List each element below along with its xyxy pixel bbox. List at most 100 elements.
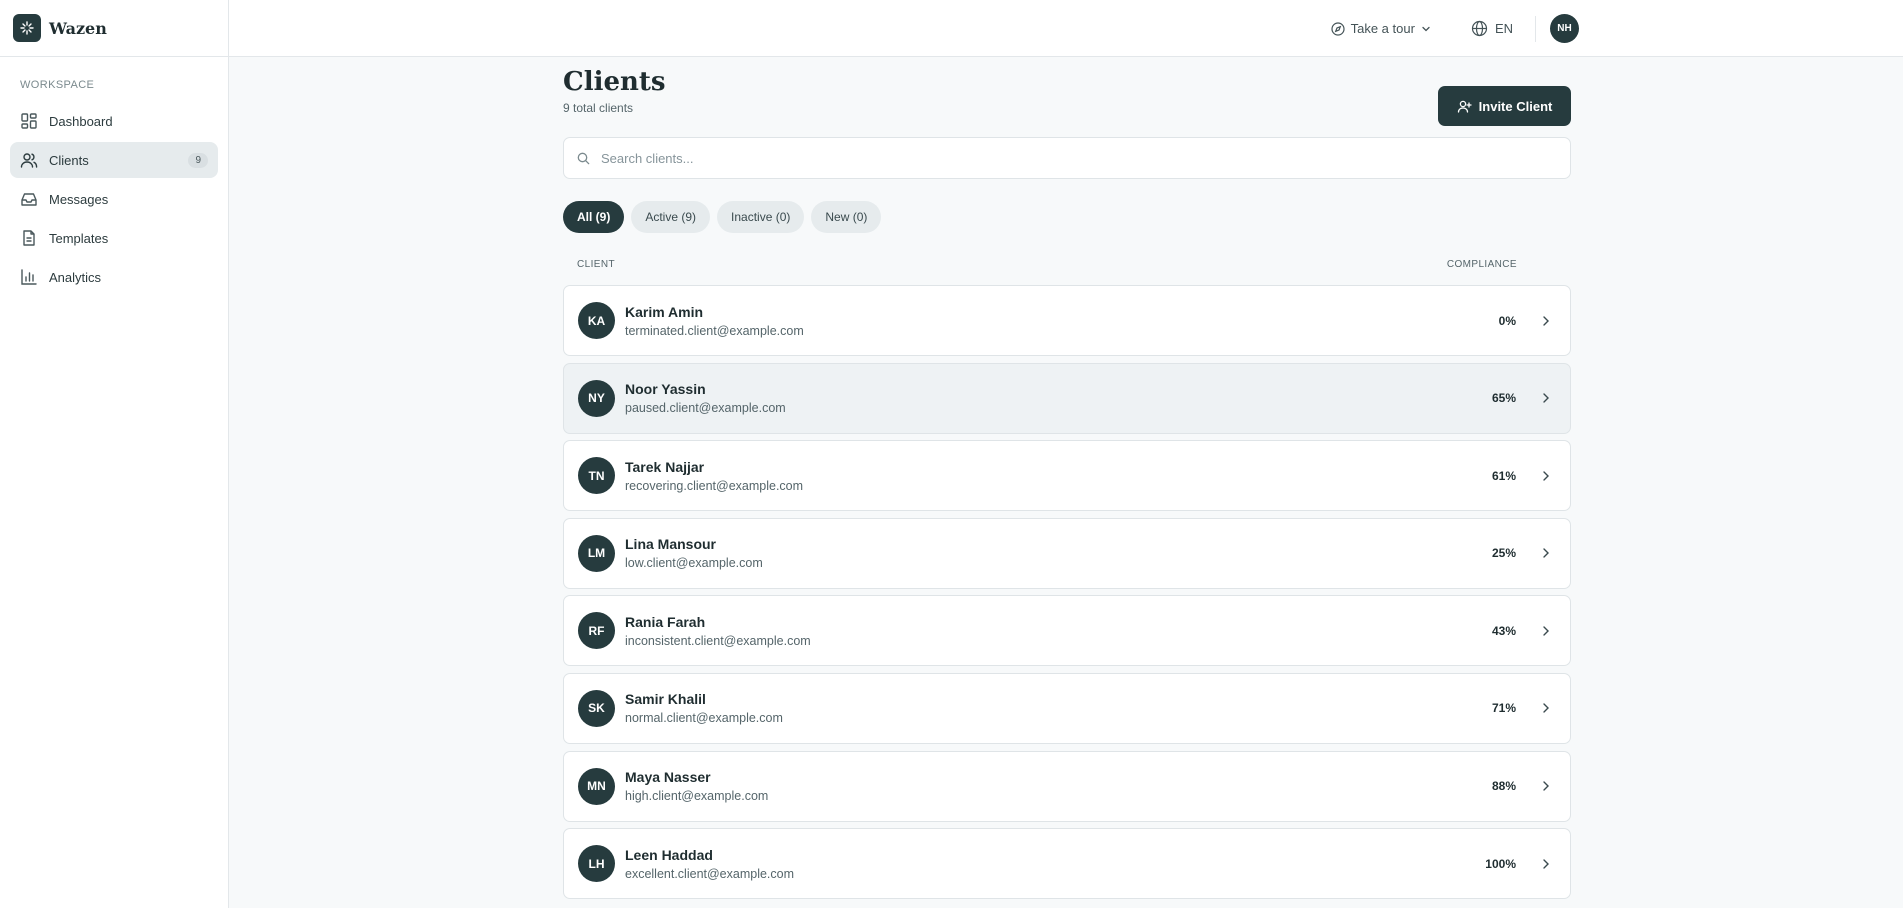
main-content: Clients 9 total clients Invite Client Al… (563, 57, 1571, 906)
compliance-value: 43% (1491, 623, 1516, 638)
sidebar-item-label: Dashboard (49, 113, 113, 129)
page-subtitle: 9 total clients (563, 101, 634, 115)
user-avatar[interactable]: NH (1550, 14, 1579, 43)
client-email: excellent.client@example.com (625, 866, 795, 881)
user-plus-icon (1457, 100, 1472, 113)
filter-all[interactable]: All (9) (563, 201, 625, 233)
client-email: normal.client@example.com (625, 711, 783, 726)
compliance-value: 25% (1491, 546, 1516, 561)
client-name: Tarek Najjar (625, 458, 705, 475)
language-switcher[interactable]: EN (1471, 20, 1513, 37)
chevron-right-icon (1543, 548, 1549, 558)
client-name: Leen Haddad (625, 846, 713, 863)
compliance-value: 61% (1491, 468, 1516, 483)
client-email: recovering.client@example.com (625, 478, 804, 493)
chevron-right-icon (1543, 626, 1549, 636)
filter-inactive[interactable]: Inactive (0) (717, 201, 805, 233)
sidebar-item-templates[interactable]: Templates (10, 220, 218, 256)
sidebar-nav: Dashboard Clients 9 Messages Templates A… (0, 103, 228, 295)
client-info: Lina Mansour low.client@example.com (625, 536, 763, 570)
compliance-value: 88% (1491, 779, 1516, 794)
client-info: Rania Farah inconsistent.client@example.… (625, 614, 811, 648)
invite-client-label: Invite Client (1478, 98, 1553, 114)
bar-chart-icon (21, 269, 37, 285)
tour-label: Take a tour (1350, 21, 1415, 36)
chevron-right-icon (1543, 470, 1549, 481)
client-row[interactable]: SK Samir Khalil normal.client@example.co… (563, 672, 1571, 744)
topbar: Take a tour EN NH (229, 0, 1903, 57)
client-name: Noor Yassin (625, 381, 706, 398)
client-row[interactable]: LM Lina Mansour low.client@example.com 2… (563, 517, 1571, 589)
sidebar-item-label: Clients (49, 152, 89, 168)
column-header-compliance[interactable]: COMPLIANCE (1447, 259, 1517, 270)
client-row[interactable]: RF Rania Farah inconsistent.client@examp… (563, 595, 1571, 667)
client-email: low.client@example.com (625, 556, 763, 571)
client-info: Samir Khalil normal.client@example.com (625, 691, 783, 725)
search-box (563, 137, 1571, 179)
avatar: KA (578, 302, 615, 339)
sidebar-item-label: Messages (49, 191, 109, 207)
brand[interactable]: Wazen (0, 0, 228, 57)
chevron-right-icon (1543, 315, 1549, 326)
avatar: LM (578, 534, 615, 572)
client-info: Tarek Najjar recovering.client@example.c… (625, 459, 803, 493)
brand-name: Wazen (49, 18, 107, 38)
sidebar-item-clients[interactable]: Clients 9 (10, 142, 218, 178)
avatar: TN (578, 457, 615, 495)
invite-client-button[interactable]: Invite Client (1438, 86, 1571, 126)
compliance-value: 0% (1498, 313, 1516, 328)
chevron-right-icon (1543, 703, 1549, 714)
client-name: Samir Khalil (625, 691, 706, 708)
compliance-value: 65% (1491, 391, 1516, 406)
chevron-right-icon (1543, 858, 1549, 869)
take-a-tour-button[interactable]: Take a tour (1331, 21, 1437, 36)
chevron-right-icon (1543, 781, 1549, 791)
compliance-value: 100% (1485, 856, 1516, 871)
client-name: Maya Nasser (625, 769, 711, 786)
page-title: Clients (563, 67, 666, 97)
client-row[interactable]: KA Karim Amin terminated.client@example.… (563, 285, 1571, 356)
client-row[interactable]: TN Tarek Najjar recovering.client@exampl… (563, 440, 1571, 512)
client-email: terminated.client@example.com (625, 323, 804, 338)
users-icon (20, 153, 38, 168)
compliance-value: 71% (1491, 701, 1516, 716)
client-name: Rania Farah (625, 613, 706, 630)
header-divider (1535, 15, 1536, 42)
language-label: EN (1494, 21, 1513, 36)
section-label-workspace: WORKSPACE (20, 79, 95, 91)
client-row[interactable]: MN Maya Nasser high.client@example.com 8… (563, 750, 1571, 822)
topbar-actions: Take a tour EN NH (1331, 0, 1579, 57)
sidebar-item-messages[interactable]: Messages (10, 181, 218, 217)
chevron-down-icon (1422, 26, 1430, 31)
search-input[interactable] (601, 150, 1501, 166)
client-email: inconsistent.client@example.com (625, 633, 811, 648)
globe-icon (1471, 20, 1488, 37)
client-row[interactable]: LH Leen Haddad excellent.client@example.… (563, 828, 1571, 900)
client-email: paused.client@example.com (625, 401, 786, 416)
compass-icon (1331, 21, 1345, 36)
dashboard-icon (21, 113, 37, 129)
count-badge: 9 (188, 152, 208, 168)
client-email: high.client@example.com (625, 789, 769, 804)
client-name: Karim Amin (625, 303, 704, 320)
client-info: Leen Haddad excellent.client@example.com (625, 847, 794, 881)
sidebar-item-dashboard[interactable]: Dashboard (10, 103, 218, 139)
table-header: CLIENT COMPLIANCE (563, 259, 1571, 275)
sidebar-item-label: Templates (49, 230, 109, 246)
sidebar: Wazen WORKSPACE Dashboard Clients 9 Mess… (0, 0, 229, 908)
avatar: MN (578, 767, 615, 805)
filter-new[interactable]: New (0) (811, 201, 882, 233)
avatar: RF (578, 612, 615, 650)
chevron-right-icon (1543, 393, 1549, 403)
filter-tabs: All (9) Active (9) Inactive (0) New (0) (563, 201, 1571, 233)
column-header-client[interactable]: CLIENT (577, 259, 615, 270)
client-row[interactable]: NY Noor Yassin paused.client@example.com… (563, 362, 1571, 434)
client-info: Noor Yassin paused.client@example.com (625, 381, 786, 415)
sidebar-item-analytics[interactable]: Analytics (10, 259, 218, 295)
client-info: Maya Nasser high.client@example.com (625, 769, 768, 803)
filter-active[interactable]: Active (9) (631, 201, 711, 233)
avatar: SK (578, 689, 615, 727)
sidebar-item-label: Analytics (49, 269, 102, 285)
logo-icon (13, 14, 41, 42)
avatar: LH (578, 845, 615, 883)
